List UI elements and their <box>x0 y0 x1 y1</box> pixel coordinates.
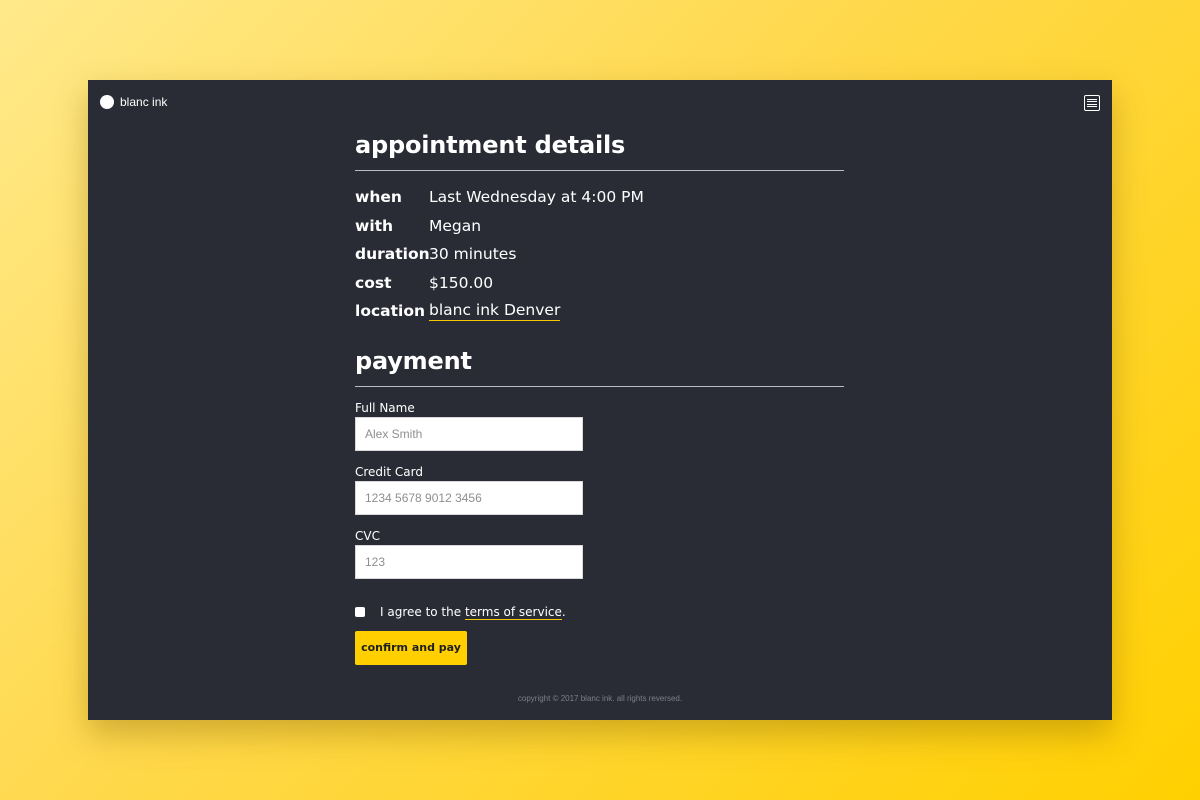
detail-row-when: when Last Wednesday at 4:00 PM <box>355 183 844 212</box>
terms-of-service-link[interactable]: terms of service <box>464 605 562 620</box>
cvc-label: CVC <box>355 528 380 543</box>
full-name-input[interactable] <box>355 416 583 451</box>
detail-label: with <box>355 216 394 235</box>
divider <box>355 170 844 171</box>
detail-row-duration: duration 30 minutes <box>355 240 844 269</box>
credit-card-label: Credit Card <box>355 464 423 479</box>
app-window: blanc ink appointment details when Last … <box>88 80 1112 720</box>
detail-value: Last Wednesday at 4:00 PM <box>429 188 644 207</box>
terms-checkbox[interactable] <box>355 607 365 617</box>
detail-label: when <box>355 188 402 207</box>
detail-value: 30 minutes <box>429 245 517 264</box>
detail-value: $150.00 <box>429 273 494 292</box>
payment-title: payment <box>355 346 472 375</box>
full-name-label: Full Name <box>355 400 415 415</box>
detail-label: duration <box>355 245 430 264</box>
cvc-input[interactable] <box>355 544 583 579</box>
menu-line <box>1087 99 1097 100</box>
circle-logo-icon <box>100 95 114 109</box>
detail-label: location <box>355 302 426 321</box>
footer-copyright: copyright © 2017 blanc ink. all rights r… <box>517 694 683 703</box>
main-content: appointment details when Last Wednesday … <box>355 133 844 665</box>
credit-card-input[interactable] <box>355 480 583 515</box>
appointment-details: when Last Wednesday at 4:00 PM with Mega… <box>355 183 844 326</box>
detail-row-with: with Megan <box>355 212 844 241</box>
menu-icon[interactable] <box>1084 95 1100 111</box>
divider <box>355 385 844 387</box>
agree-prefix: I agree to the <box>380 605 465 619</box>
detail-row-location: location blanc ink Denver <box>355 297 844 326</box>
location-link[interactable]: blanc ink Denver <box>429 301 561 322</box>
menu-line <box>1087 101 1097 103</box>
terms-agreement: I agree to the terms of service . <box>355 605 844 620</box>
confirm-and-pay-button[interactable]: confirm and pay <box>355 630 467 665</box>
menu-line <box>1087 103 1097 105</box>
brand-logo[interactable]: blanc ink <box>100 95 167 109</box>
brand-name: blanc ink <box>120 95 168 109</box>
appointment-title: appointment details <box>355 131 626 159</box>
detail-value: Megan <box>429 216 482 235</box>
detail-row-cost: cost $150.00 <box>355 269 844 298</box>
full-name-field-group: Full Name <box>355 401 844 451</box>
detail-label: cost <box>355 273 392 292</box>
menu-line <box>1087 105 1097 107</box>
cvc-field-group: CVC <box>355 529 844 579</box>
credit-card-field-group: Credit Card <box>355 465 844 515</box>
agree-suffix: . <box>561 605 566 619</box>
